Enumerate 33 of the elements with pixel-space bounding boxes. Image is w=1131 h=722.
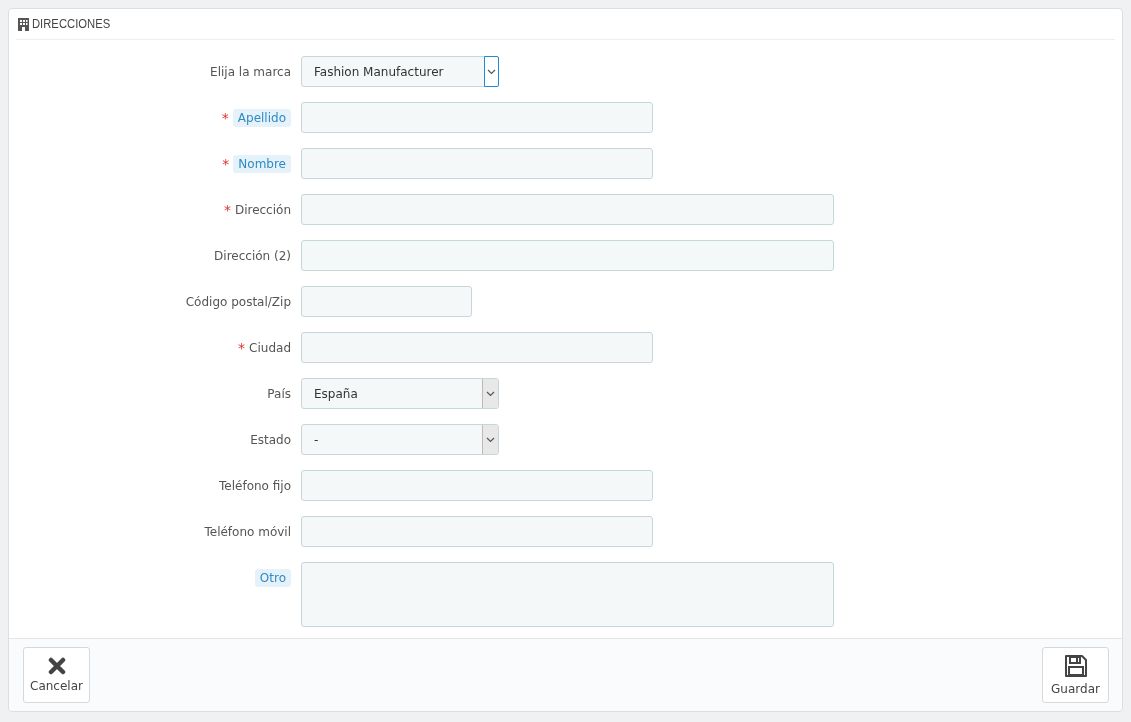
input-field[interactable] [301, 470, 653, 501]
input-field[interactable] [301, 194, 834, 225]
field-label: Nombre [233, 154, 291, 173]
input-field[interactable] [301, 102, 653, 133]
required-asterisk: * [222, 155, 230, 172]
select-field[interactable]: Fashion Manufacturer [301, 56, 499, 87]
text-area[interactable] [301, 562, 834, 627]
field-label: Código postal/Zip [185, 294, 291, 309]
field-label: Teléfono móvil [204, 524, 291, 539]
required-asterisk: * [223, 201, 231, 218]
select-field[interactable]: - [301, 424, 499, 455]
required-asterisk: * [221, 109, 229, 126]
field-label: Dirección [234, 202, 291, 217]
input-field[interactable] [301, 516, 653, 547]
input-field[interactable] [301, 332, 653, 363]
close-icon [47, 657, 66, 675]
cancel-button[interactable]: Cancelar [23, 647, 90, 703]
field-label: Dirección (2) [214, 248, 291, 263]
save-button[interactable]: Guardar [1042, 647, 1109, 703]
field-label: Ciudad [249, 340, 291, 355]
required-asterisk: * [238, 339, 246, 356]
field-label: Estado [250, 432, 291, 447]
input-field[interactable] [301, 286, 472, 317]
select-field[interactable]: España [301, 378, 499, 409]
field-label: Elija la marca [210, 64, 291, 79]
input-field[interactable] [301, 148, 653, 179]
field-label: Teléfono fijo [219, 478, 291, 493]
input-field[interactable] [301, 240, 834, 271]
panel-title: DIRECCIONES [32, 17, 111, 31]
building-icon [18, 17, 29, 31]
field-label: Otro [254, 568, 291, 587]
field-label: País [267, 386, 291, 401]
field-label: Apellido [232, 108, 291, 127]
